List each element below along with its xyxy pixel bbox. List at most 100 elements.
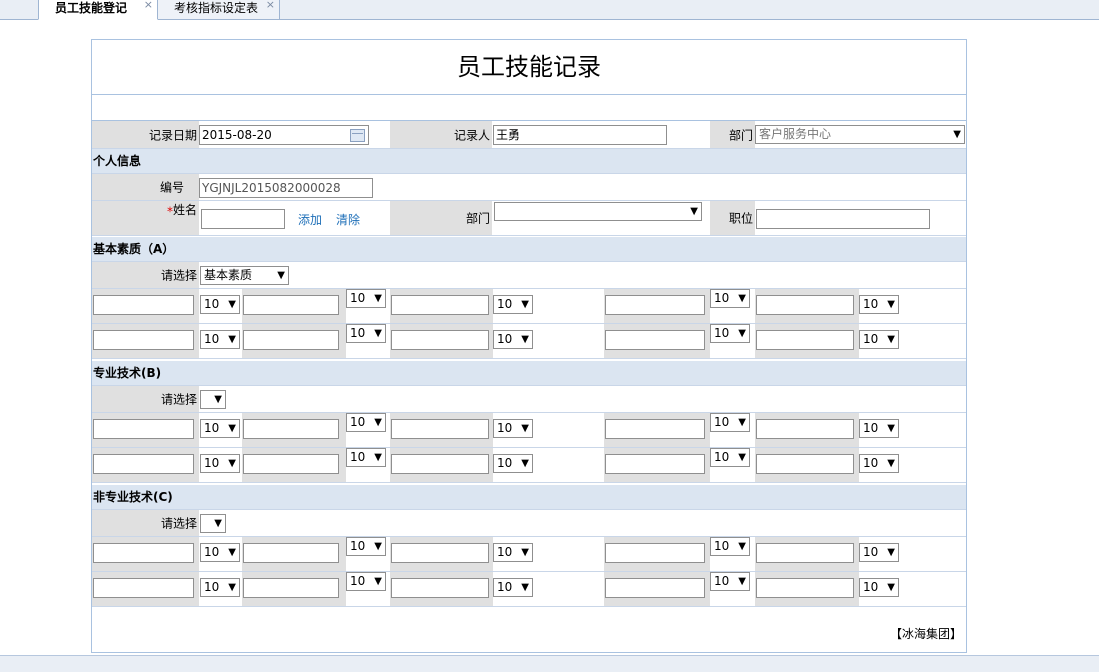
category-select[interactable]: ▼ [200, 390, 226, 409]
indicator-input[interactable] [243, 295, 339, 315]
score-select[interactable]: 10 ▼ [200, 419, 240, 438]
indicator-input[interactable] [93, 330, 194, 350]
chevron-down-icon: ▼ [738, 576, 746, 587]
score-select[interactable]: 10 ▼ [493, 295, 533, 314]
chevron-down-icon: ▼ [738, 293, 746, 304]
score-select[interactable]: 10 ▼ [859, 578, 899, 597]
score-select[interactable]: 10 ▼ [346, 448, 386, 467]
indicator-input[interactable] [391, 419, 489, 439]
indicator-input[interactable] [756, 578, 854, 598]
score-select[interactable]: 10 ▼ [200, 543, 240, 562]
score-select[interactable]: 10 ▼ [859, 543, 899, 562]
name-input[interactable] [201, 209, 285, 229]
indicator-input[interactable] [93, 454, 194, 474]
form-title: 员工技能记录 [92, 40, 966, 95]
score-select[interactable]: 10 ▼ [493, 578, 533, 597]
chevron-down-icon: ▼ [953, 129, 961, 140]
indicator-input[interactable] [605, 295, 705, 315]
calendar-icon[interactable] [350, 129, 365, 142]
section-header: 基本素质（A） [92, 237, 966, 262]
indicator-input[interactable] [243, 419, 339, 439]
chevron-down-icon: ▼ [887, 458, 895, 469]
score-value: 10 [350, 539, 366, 553]
tab-employee-skill-register[interactable]: 员工技能登记 × [38, 0, 158, 20]
score-select[interactable]: 10 ▼ [710, 413, 750, 432]
score-select[interactable]: 10 ▼ [346, 324, 386, 343]
close-icon[interactable]: × [266, 0, 275, 13]
indicator-input[interactable] [391, 330, 489, 350]
dept2-label-cell: 部门 [390, 201, 492, 235]
record-date-input[interactable]: 2015-08-20 [199, 125, 369, 145]
dept-select[interactable]: 客户服务中心 ▼ [755, 125, 965, 144]
indicator-input[interactable] [391, 578, 489, 598]
score-select[interactable]: 10 ▼ [346, 537, 386, 556]
category-select[interactable]: 基本素质 ▼ [200, 266, 289, 285]
position-input[interactable] [756, 209, 930, 229]
score-value: 10 [714, 291, 730, 305]
score-row: 10 ▼ 10 ▼ 10 ▼ 10 ▼ 10 ▼ [92, 448, 966, 483]
score-select[interactable]: 10 ▼ [710, 289, 750, 308]
score-value: 10 [350, 450, 366, 464]
indicator-input[interactable] [605, 330, 705, 350]
tab-assessment-index[interactable]: 考核指标设定表 × [158, 0, 280, 19]
score-select[interactable]: 10 ▼ [710, 448, 750, 467]
skill-record-form: 员工技能记录 记录日期 2015-08-20 记录人 王勇 部门 客户服务中心 … [91, 39, 967, 653]
chevron-down-icon: ▼ [521, 582, 529, 593]
score-select[interactable]: 10 ▼ [493, 543, 533, 562]
score-select[interactable]: 10 ▼ [493, 454, 533, 473]
indicator-input[interactable] [391, 543, 489, 563]
chevron-down-icon: ▼ [738, 452, 746, 463]
score-select[interactable]: 10 ▼ [200, 330, 240, 349]
indicator-input[interactable] [391, 295, 489, 315]
indicator-input[interactable] [93, 543, 194, 563]
score-value: 10 [204, 580, 220, 594]
indicator-input[interactable] [243, 454, 339, 474]
score-select[interactable]: 10 ▼ [346, 572, 386, 591]
score-select[interactable]: 10 ▼ [346, 289, 386, 308]
score-select[interactable]: 10 ▼ [200, 578, 240, 597]
score-select[interactable]: 10 ▼ [493, 330, 533, 349]
score-select[interactable]: 10 ▼ [859, 454, 899, 473]
score-row: 10 ▼ 10 ▼ 10 ▼ 10 ▼ 10 ▼ [92, 413, 966, 448]
score-value: 10 [204, 456, 220, 470]
score-select[interactable]: 10 ▼ [859, 295, 899, 314]
indicator-input[interactable] [756, 543, 854, 563]
score-select[interactable]: 10 ▼ [710, 572, 750, 591]
score-select[interactable]: 10 ▼ [710, 537, 750, 556]
score-select[interactable]: 10 ▼ [200, 454, 240, 473]
recorder-input[interactable]: 王勇 [493, 125, 667, 145]
indicator-input[interactable] [93, 419, 194, 439]
dept2-select[interactable]: ▼ [494, 202, 702, 221]
indicator-input[interactable] [243, 330, 339, 350]
clear-link[interactable]: 清除 [336, 211, 360, 228]
indicator-input[interactable] [756, 330, 854, 350]
close-icon[interactable]: × [144, 0, 153, 13]
indicator-input[interactable] [605, 578, 705, 598]
indicator-input[interactable] [243, 543, 339, 563]
code-input[interactable]: YGJNJL2015082000028 [199, 178, 373, 198]
category-select[interactable]: ▼ [200, 514, 226, 533]
score-row: 10 ▼ 10 ▼ 10 ▼ 10 ▼ 10 ▼ [92, 324, 966, 359]
indicator-input[interactable] [391, 454, 489, 474]
score-select[interactable]: 10 ▼ [493, 419, 533, 438]
score-select[interactable]: 10 ▼ [710, 324, 750, 343]
score-select[interactable]: 10 ▼ [200, 295, 240, 314]
score-select[interactable]: 10 ▼ [859, 330, 899, 349]
chevron-down-icon: ▼ [887, 299, 895, 310]
indicator-input[interactable] [756, 454, 854, 474]
name-label: 姓名 [172, 203, 197, 217]
add-link[interactable]: 添加 [298, 211, 322, 228]
indicator-input[interactable] [93, 578, 194, 598]
chevron-down-icon: ▼ [374, 452, 382, 463]
indicator-input[interactable] [605, 543, 705, 563]
indicator-input[interactable] [243, 578, 339, 598]
indicator-input[interactable] [605, 454, 705, 474]
position-label-cell: 职位 [710, 201, 755, 235]
indicator-input[interactable] [756, 419, 854, 439]
score-value: 10 [714, 326, 730, 340]
score-select[interactable]: 10 ▼ [346, 413, 386, 432]
indicator-input[interactable] [93, 295, 194, 315]
indicator-input[interactable] [605, 419, 705, 439]
indicator-input[interactable] [756, 295, 854, 315]
score-select[interactable]: 10 ▼ [859, 419, 899, 438]
